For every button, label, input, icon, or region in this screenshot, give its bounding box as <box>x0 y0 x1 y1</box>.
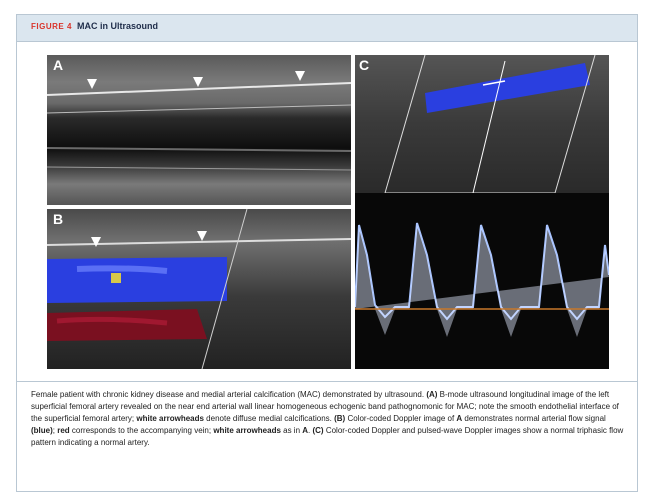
figure-title: MAC in Ultrasound <box>77 21 158 31</box>
figure-header: FIGURE 4 MAC in Ultrasound <box>17 15 637 42</box>
panel-label-b: B <box>53 211 64 227</box>
panel-b-doppler-image: B <box>47 209 351 369</box>
figure: FIGURE 4 MAC in Ultrasound A B C Female … <box>16 14 638 492</box>
vein-flow-signal <box>47 309 207 341</box>
caption-divider <box>17 381 637 382</box>
figure-number: FIGURE 4 <box>31 22 72 31</box>
panel-label-a: A <box>53 57 64 73</box>
panel-c-ultrasound <box>355 55 609 369</box>
artery-flow-signal <box>47 257 227 303</box>
panel-b-ultrasound <box>47 209 351 369</box>
panel-c-doppler-waveform: C <box>355 55 609 369</box>
panel-label-c: C <box>359 57 370 73</box>
figure-caption: Female patient with chronic kidney disea… <box>31 390 624 447</box>
panel-a-bmode-image: A <box>47 55 351 205</box>
panel-a-ultrasound <box>47 55 351 205</box>
